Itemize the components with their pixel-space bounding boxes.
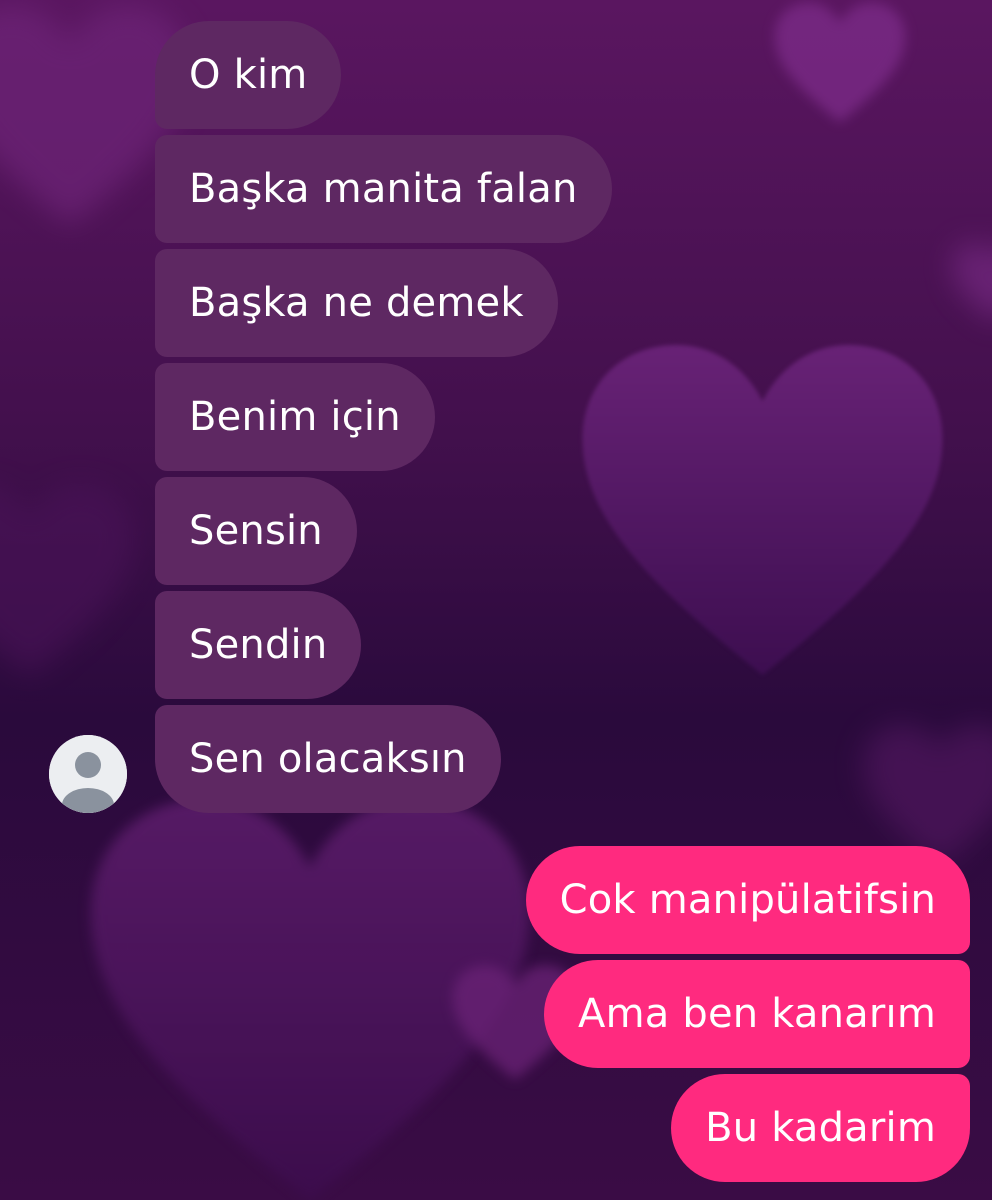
- message-text: Ama ben kanarım: [578, 991, 936, 1037]
- message-text: Başka manita falan: [189, 166, 578, 212]
- heart-icon: [770, 0, 910, 125]
- message-text: Bu kadarim: [705, 1105, 936, 1151]
- message-text: Sensin: [189, 508, 323, 554]
- message-text: O kim: [189, 52, 308, 98]
- heart-icon: [575, 330, 950, 690]
- heart-icon: [950, 240, 992, 325]
- message-text: Cok manipülatifsin: [559, 877, 936, 923]
- incoming-message-bubble[interactable]: Başka manita falan: [155, 135, 612, 243]
- incoming-message-bubble[interactable]: Sendin: [155, 591, 362, 699]
- incoming-message-bubble[interactable]: Sensin: [155, 477, 357, 585]
- outgoing-message-bubble[interactable]: Cok manipülatifsin: [525, 846, 970, 954]
- default-user-avatar-icon[interactable]: [49, 735, 127, 813]
- message-text: Başka ne demek: [189, 280, 524, 326]
- message-text: Benim için: [189, 394, 401, 440]
- message-text: Sen olacaksın: [189, 736, 467, 782]
- message-text: Sendin: [189, 622, 328, 668]
- incoming-message-bubble[interactable]: O kim: [155, 21, 342, 129]
- incoming-message-bubble[interactable]: Başka ne demek: [155, 249, 558, 357]
- incoming-message-bubble[interactable]: Sen olacaksın: [155, 705, 501, 813]
- outgoing-message-bubble[interactable]: Bu kadarim: [671, 1074, 970, 1182]
- outgoing-message-bubble[interactable]: Ama ben kanarım: [544, 960, 970, 1068]
- heart-icon: [0, 480, 140, 680]
- incoming-message-bubble[interactable]: Benim için: [155, 363, 435, 471]
